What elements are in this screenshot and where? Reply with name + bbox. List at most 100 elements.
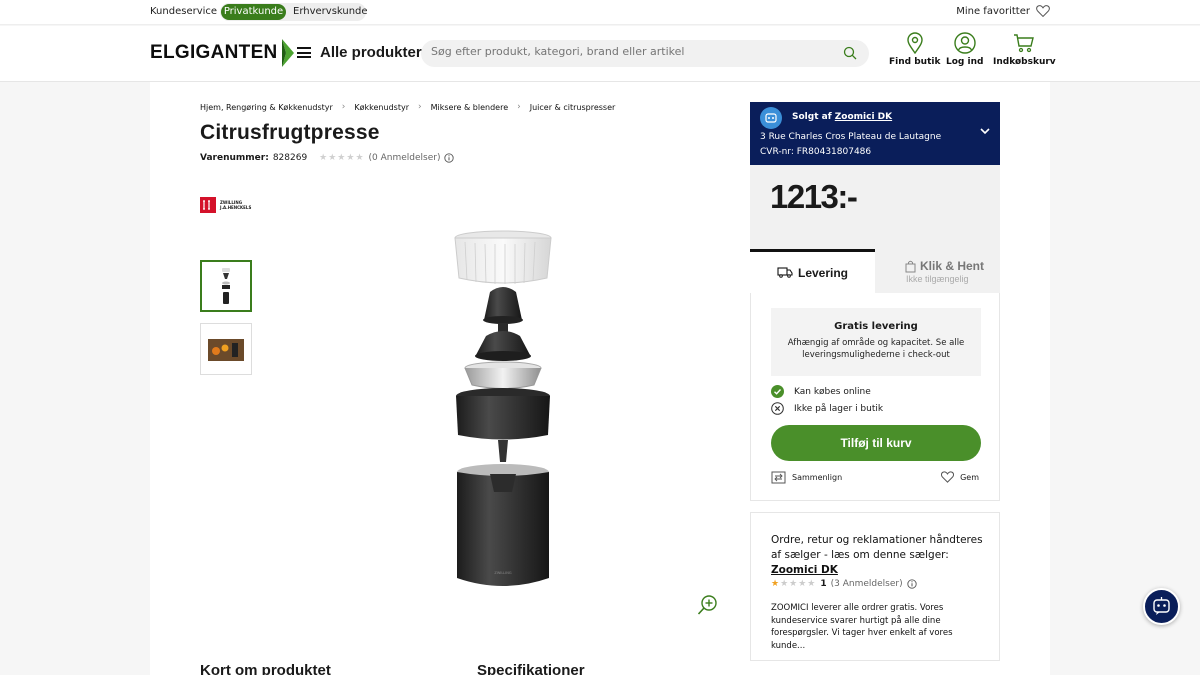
delivery-tabs: Levering Klik & Hent Ikke tilgængelig: [750, 249, 1000, 293]
tab-click-label: Klik & Hent: [920, 259, 985, 273]
chat-button[interactable]: [1143, 588, 1180, 625]
rating-stars: ★★★★★: [319, 153, 365, 163]
save-label: Gem: [960, 472, 979, 482]
zoom-in-icon[interactable]: [697, 594, 719, 616]
price-box: 1213:-: [750, 165, 1000, 250]
chevron-right-icon: ›: [417, 102, 422, 112]
main-header: ELGIGANTEN Alle produkter Find butik Log…: [0, 26, 1200, 82]
thumbnail-lifestyle[interactable]: [200, 323, 252, 375]
business-customer-tab[interactable]: Erhvervskunde: [293, 4, 368, 20]
tab-click-collect[interactable]: Klik & Hent Ikke tilgængelig: [875, 249, 1000, 293]
free-delivery-title: Gratis levering: [834, 321, 918, 332]
brand-name: ZWILLING J.A.HENCKELS: [220, 200, 252, 210]
seller-address: 3 Rue Charles Cros Plateau de Lautagne: [760, 132, 942, 142]
sku-label: Varenummer:: [200, 153, 269, 163]
favorites-link[interactable]: Mine favoritter: [956, 5, 1050, 17]
compare-icon: [771, 471, 786, 484]
seller-rating-stars: ★★★★★: [771, 579, 817, 589]
seller-info-label: Ordre, retur og reklamationer håndteres …: [771, 534, 983, 561]
delivery-panel: Gratis levering Afhængig af område og ka…: [750, 293, 1000, 501]
sku-value: 828269: [272, 153, 308, 163]
chat-bot-icon: [1153, 597, 1170, 615]
truck-icon: [777, 267, 793, 278]
svg-text:ZWILLING: ZWILLING: [494, 571, 511, 575]
cart-icon: [1014, 34, 1035, 53]
seller-link[interactable]: Zoomici DK: [835, 112, 892, 122]
customer-type-toggle[interactable]: Privatkunde Erhvervskunde: [220, 3, 368, 21]
find-store-button[interactable]: Find butik: [889, 32, 940, 67]
search-icon[interactable]: [843, 46, 857, 60]
find-store-label: Find butik: [889, 57, 941, 67]
product-thumbnail-image: [222, 268, 230, 304]
seller-rating-count[interactable]: (3 Anmeldelser): [831, 579, 903, 589]
heart-icon: [941, 471, 955, 483]
lifestyle-thumbnail-image: [208, 339, 244, 361]
store-status: Ikke på lager i butik: [771, 402, 883, 415]
customer-service-link[interactable]: Kundeservice: [150, 6, 217, 17]
location-pin-icon: [907, 32, 923, 54]
search-input[interactable]: [431, 45, 831, 58]
robot-icon: [765, 113, 777, 123]
user-icon: [954, 32, 976, 54]
login-label: Log ind: [946, 57, 984, 67]
heart-icon: [1036, 5, 1050, 17]
free-delivery-box: Gratis levering Afhængig af område og ka…: [771, 308, 981, 376]
breadcrumb-item[interactable]: Køkkenudstyr: [354, 103, 409, 112]
menu-icon: [297, 47, 311, 58]
elgiganten-logo[interactable]: ELGIGANTEN: [150, 38, 296, 68]
top-strip: Kundeservice Privatkunde Erhvervskunde M…: [0, 0, 1200, 25]
online-label: Kan købes online: [794, 386, 871, 397]
info-icon[interactable]: [906, 579, 917, 589]
all-products-label: Alle produkter: [320, 44, 422, 61]
cart-button[interactable]: Indkøbskurv: [993, 32, 1056, 67]
seller-cvr: CVR-nr: FR80431807486: [760, 147, 872, 157]
specs-heading: Specifikationer: [477, 662, 585, 675]
seller-rating-value: 1: [820, 579, 827, 589]
chevron-right-icon: ›: [517, 102, 521, 112]
seller-rating: ★★★★★ 1 (3 Anmeldelser): [771, 579, 917, 589]
login-button[interactable]: Log ind: [946, 32, 983, 67]
chevron-down-icon[interactable]: [980, 127, 990, 135]
sold-by: Solgt af Zoomici DK: [792, 112, 892, 122]
free-delivery-text: Afhængig af område og kapacitet. Se alle…: [787, 338, 965, 360]
brand-logo[interactable]: ZWILLING J.A.HENCKELS: [200, 197, 252, 213]
sold-by-label: Solgt af: [792, 112, 832, 122]
logo-chevron-icon: [281, 39, 294, 67]
all-products-menu[interactable]: Alle produkter: [297, 44, 422, 61]
thumbnail-product[interactable]: [200, 260, 252, 312]
seller-info-text: Ordre, retur og reklamationer håndteres …: [771, 533, 986, 578]
review-count[interactable]: (0 Anmeldelser): [369, 153, 441, 163]
page-title: Citrusfrugtpresse: [200, 121, 380, 144]
price: 1213:-: [770, 178, 858, 215]
chevron-right-icon: ›: [341, 102, 346, 112]
private-customer-tab[interactable]: Privatkunde: [221, 4, 286, 20]
tab-delivery-label: Levering: [797, 265, 848, 280]
seller-avatar: [760, 107, 782, 129]
online-status: Kan købes online: [771, 385, 871, 398]
about-heading: Kort om produktet: [200, 662, 331, 675]
tab-click-sub: Ikke tilgængelig: [906, 274, 969, 284]
search-bar: [421, 40, 869, 67]
save-button[interactable]: Gem: [941, 471, 979, 483]
product-meta: Varenummer: 828269 ★★★★★ (0 Anmeldelser): [200, 153, 455, 163]
seller-info-link[interactable]: Zoomici DK: [771, 564, 838, 576]
breadcrumb: Hjem, Rengøring & Køkkenudstyr › Køkkenu…: [200, 102, 615, 112]
check-circle-icon: [771, 385, 784, 398]
x-circle-icon: [771, 402, 784, 415]
seller-info-panel: Ordre, retur og reklamationer håndteres …: [750, 512, 1000, 661]
breadcrumb-item[interactable]: Miksere & blendere: [431, 103, 509, 112]
favorites-label: Mine favoritter: [956, 5, 1030, 17]
add-to-cart-button[interactable]: Tilføj til kurv: [771, 425, 981, 461]
breadcrumb-item[interactable]: Hjem, Rengøring & Køkkenudstyr: [200, 103, 333, 112]
product-image: ZWILLING: [454, 230, 552, 586]
cart-label: Indkøbskurv: [993, 57, 1056, 67]
store-label: Ikke på lager i butik: [794, 403, 884, 414]
info-icon[interactable]: [444, 153, 455, 163]
seller-description: ZOOMICI leverer alle ordrer gratis. Vore…: [771, 603, 953, 651]
compare-button[interactable]: Sammenlign: [771, 471, 842, 484]
breadcrumb-item[interactable]: Juicer & citruspresser: [530, 103, 616, 112]
zwilling-logo-icon: [200, 197, 216, 213]
store-bag-icon: [905, 260, 916, 272]
seller-panel[interactable]: Solgt af Zoomici DK 3 Rue Charles Cros P…: [750, 102, 1000, 165]
tab-delivery[interactable]: Levering: [750, 249, 875, 293]
